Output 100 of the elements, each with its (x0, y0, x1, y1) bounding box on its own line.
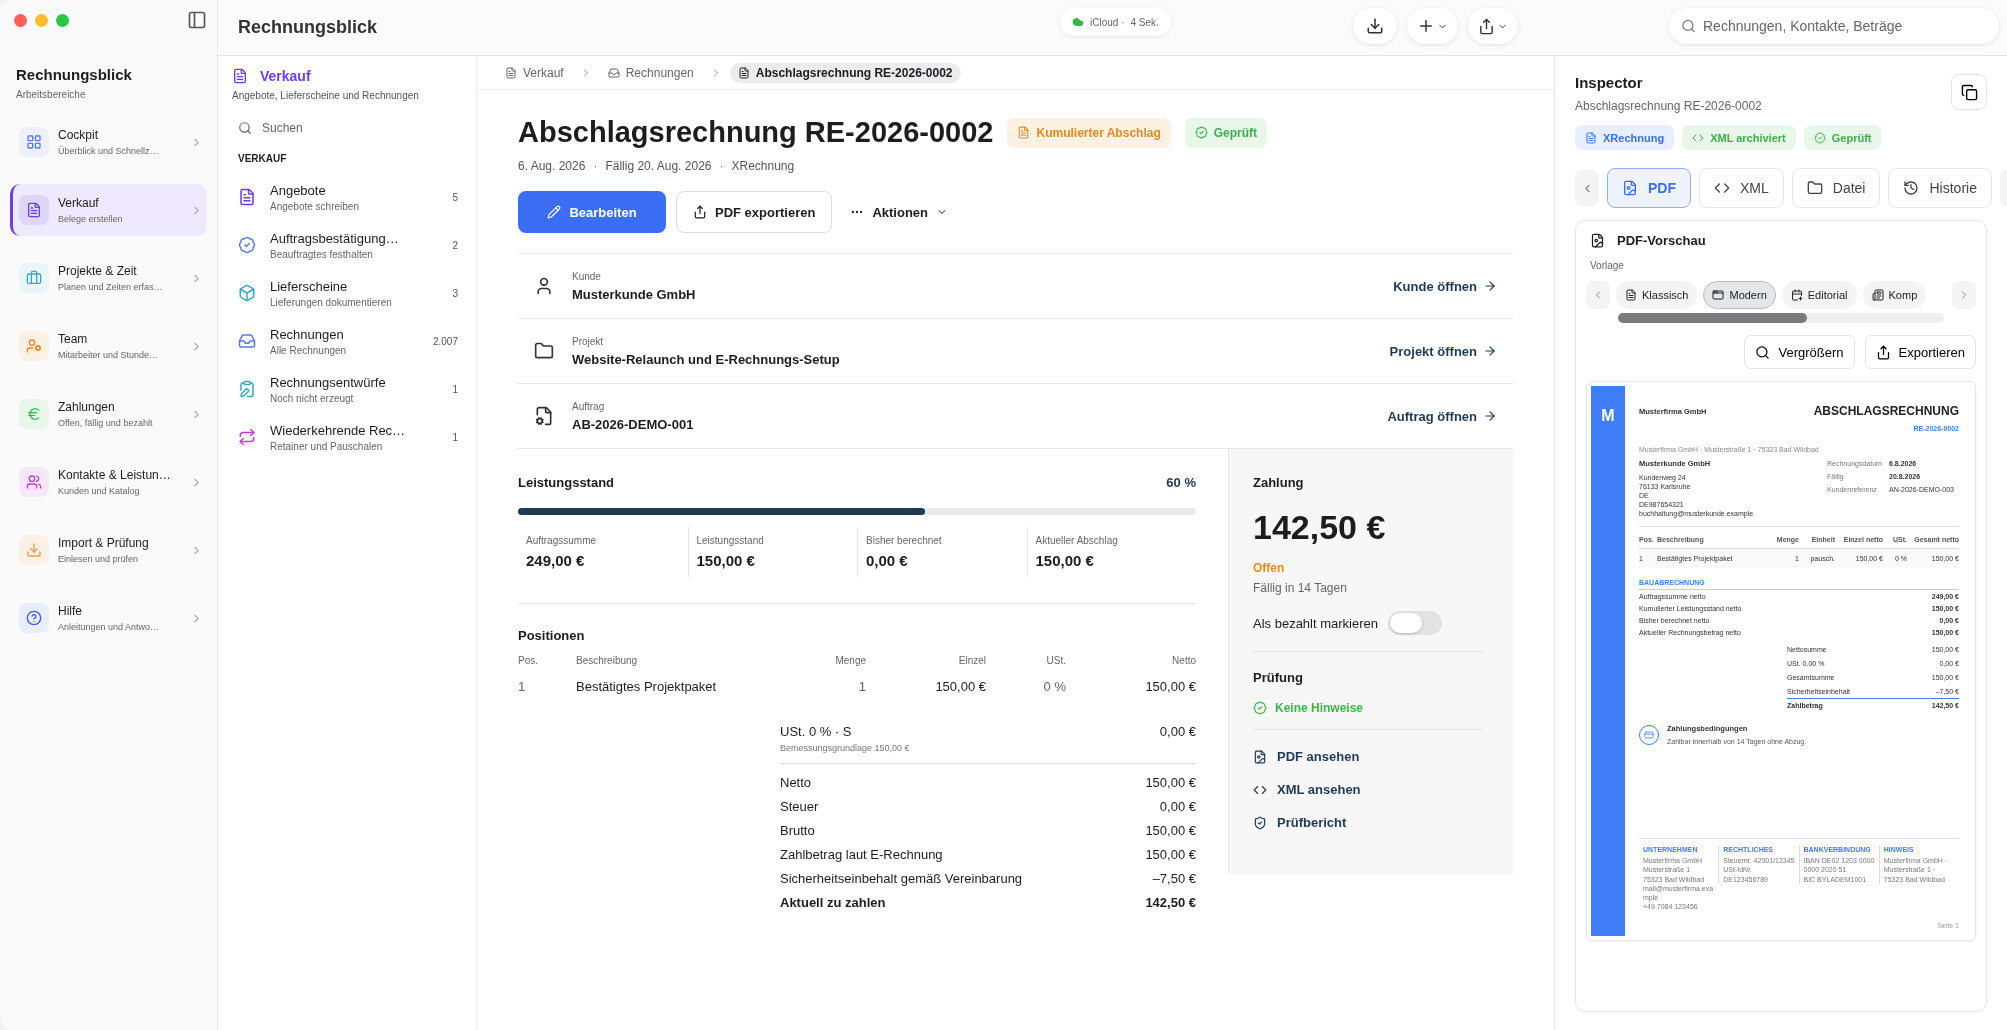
table-cell-text: 1 (857, 678, 866, 694)
total-value: 150,00 € (1145, 822, 1196, 838)
inspector-tab[interactable]: Historie (1888, 168, 1992, 208)
inspector-tab[interactable]: XML (1699, 168, 1784, 208)
column-header: Beschreibung (576, 655, 639, 666)
export-button[interactable]: PDF exportieren (676, 191, 833, 233)
column-header: Einzel (957, 655, 986, 666)
document-icon (19, 195, 49, 225)
total-label: Steuer (780, 798, 819, 814)
panel-link[interactable]: Prüfbericht (1253, 806, 1483, 839)
minimize-window-button[interactable] (35, 13, 48, 27)
inspector-tab[interactable]: PDF (1607, 168, 1691, 208)
copy-button[interactable] (1951, 74, 1987, 110)
sidebar-toggle-icon[interactable] (187, 10, 207, 30)
add-menu-button[interactable] (1407, 8, 1458, 44)
sidebar-item[interactable]: Import & Prüfung Einlesen und prüfen (10, 524, 207, 576)
person-icon (534, 276, 554, 296)
list-item-subtitle: Noch nicht erzeugt (270, 392, 355, 404)
table-cell-text: 150,00 € (1144, 678, 1196, 694)
sidebar-item[interactable]: Projekte & Zeit Planen und Zeiten erfas… (10, 252, 207, 304)
people-icon (19, 467, 49, 497)
field-label: Projekt (572, 335, 605, 347)
template-chip[interactable]: Modern (1703, 281, 1776, 309)
total-value: 150,00 € (1145, 774, 1196, 790)
field-label: Auftrag (572, 400, 606, 412)
inspector-tab[interactable]: Datei (1791, 168, 1881, 208)
zoom-button[interactable]: Vergrößern (1744, 335, 1855, 369)
progress-label: Leistungsstand (518, 475, 615, 490)
list-item[interactable]: Rechnungen Alle Rechnungen 2.007 (232, 322, 462, 360)
inbox-icon (238, 332, 256, 350)
sidebar-item[interactable]: Verkauf Belege erstellen (10, 184, 207, 236)
list-item[interactable]: Auftragsbestätigung… Beauftragtes festhalten 2 (232, 226, 462, 264)
open-link[interactable]: Projekt öffnen (1389, 343, 1497, 359)
stat-value: 249,00 € (526, 552, 586, 569)
search-icon (1755, 344, 1771, 360)
people-gear-icon (19, 331, 49, 361)
sidebar-item-subtitle: Offen, fällig und bezahlt (58, 418, 154, 428)
item-count: 1 (452, 383, 458, 395)
export-button[interactable]: Exportieren (1864, 335, 1976, 369)
list-item[interactable]: Rechnungsentwürfe Noch nicht erzeugt 1 (232, 370, 462, 408)
grid-icon (19, 127, 49, 157)
section-title: Positionen (518, 628, 586, 643)
breadcrumb-item[interactable]: Verkauf (497, 62, 572, 83)
status-badge: Kumulierter Abschlag (1007, 117, 1171, 148)
paid-toggle[interactable] (1388, 611, 1442, 635)
breadcrumb-item[interactable]: Rechnungen (599, 62, 702, 83)
list-item[interactable]: Wiederkehrende Rec… Retainer und Pauschalen 1 (232, 418, 462, 456)
clipboard-pen-icon (238, 380, 256, 398)
code-icon (1714, 180, 1730, 196)
item-count: 5 (452, 191, 458, 203)
panel-link[interactable]: PDF ansehen (1253, 740, 1483, 773)
tray-download-button[interactable] (1353, 8, 1397, 44)
total-label: Zahlbetrag laut E-Rechnung (780, 846, 943, 862)
breadcrumb-item[interactable]: Abschlagsrechnung RE-2026-0002 (729, 62, 961, 83)
sidebar-item-subtitle: Anleitungen und Antwo… (58, 622, 161, 632)
document-icon (737, 66, 750, 79)
sidebar-item[interactable]: Cockpit Überblick und Schnellz… (10, 116, 207, 168)
sidebar-item-label: Team (58, 332, 89, 346)
sidebar-item-subtitle: Überblick und Schnellz… (58, 146, 160, 156)
list-item-subtitle: Alle Rechnungen (270, 344, 347, 356)
search-field[interactable]: Rechnungen, Kontakte, Beträge (1669, 8, 1999, 44)
tax-value: 0,00 € (1159, 724, 1196, 739)
scrollbar[interactable] (1618, 313, 1944, 323)
template-chip[interactable]: Komp (1862, 281, 1927, 309)
open-link[interactable]: Kunde öffnen (1393, 278, 1497, 294)
sidebar-item-label: Zahlungen (58, 400, 116, 414)
cloud-icon (1072, 16, 1084, 28)
close-window-button[interactable] (14, 13, 27, 27)
sidebar-item[interactable]: Team Mitarbeiter und Stunde… (10, 320, 207, 372)
field-label: Vorlage (1589, 260, 1625, 271)
zoom-window-button[interactable] (56, 13, 69, 27)
logo-letter: M (1601, 406, 1615, 426)
list-item-label: Rechnungsentwürfe (270, 374, 386, 390)
list-item-label: Angebote (270, 182, 327, 198)
stat-label: Auftragssumme (526, 535, 598, 546)
document-icon (1017, 126, 1031, 139)
sync-time: 4 Sek. (1130, 16, 1159, 28)
share-menu-button[interactable] (1468, 8, 1518, 44)
template-chip[interactable]: Editorial (1781, 281, 1857, 309)
payment-status: Offen (1253, 561, 1286, 575)
actions-menu-button[interactable]: Aktionen (842, 191, 957, 233)
list-item[interactable]: Angebote Angebote schreiben 5 (232, 178, 462, 216)
sidebar-item[interactable]: Kontakte & Leistun… Kunden und Katalog (10, 456, 207, 508)
list-item-label: Lieferscheine (270, 278, 349, 294)
open-link[interactable]: Auftrag öffnen (1387, 408, 1497, 424)
sidebar-item[interactable]: Zahlungen Offen, fällig und bezahlt (10, 388, 207, 440)
template-chip[interactable]: Klassisch (1616, 281, 1698, 309)
newspaper-icon (1871, 289, 1884, 301)
pencil-icon (547, 205, 562, 219)
sidebar-item[interactable]: Hilfe Anleitungen und Antwo… (10, 592, 207, 644)
edit-button[interactable]: Bearbeiten (518, 191, 666, 233)
list-item-label: Wiederkehrende Rec… (270, 422, 406, 438)
sidebar-item-label: Hilfe (58, 604, 83, 618)
repeat-icon (238, 428, 256, 446)
panel-link[interactable]: XML ansehen (1253, 773, 1483, 806)
field-value: AB-2026-DEMO-001 (572, 416, 694, 432)
payment-amount: 142,50 € (1253, 508, 1387, 547)
search-field[interactable]: Suchen (232, 115, 462, 141)
list-item[interactable]: Lieferscheine Lieferungen dokumentieren 3 (232, 274, 462, 312)
stat-value: 0,00 € (866, 552, 909, 569)
